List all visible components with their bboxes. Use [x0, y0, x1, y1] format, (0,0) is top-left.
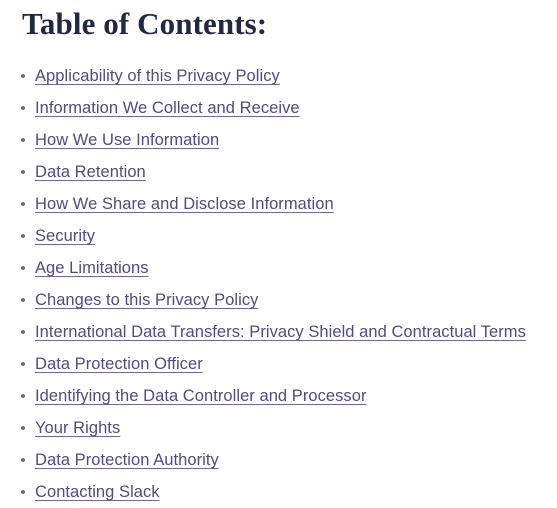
toc-link-14[interactable]: Contacting Slack — [35, 482, 160, 502]
list-item[interactable]: Contacting Slack — [0, 476, 557, 508]
list-item[interactable]: Data Protection Officer — [0, 348, 557, 380]
bullet-icon — [21, 458, 25, 462]
bullet-icon — [21, 170, 25, 174]
list-item[interactable]: Applicability of this Privacy Policy — [0, 60, 557, 92]
bullet-icon — [21, 106, 25, 110]
bullet-icon — [21, 298, 25, 302]
toc-link-13[interactable]: Data Protection Authority — [35, 450, 219, 470]
bullet-icon — [21, 426, 25, 430]
list-item[interactable]: Age Limitations — [0, 252, 557, 284]
toc-link-2[interactable]: Information We Collect and Receive — [35, 98, 300, 118]
toc-link-6[interactable]: Security — [35, 226, 95, 246]
toc-link-7[interactable]: Age Limitations — [35, 258, 149, 278]
bullet-icon — [21, 138, 25, 142]
list-item[interactable]: How We Use Information — [0, 124, 557, 156]
list-item[interactable]: Your Rights — [0, 412, 557, 444]
list-item[interactable]: International Data Transfers: Privacy Sh… — [0, 316, 557, 348]
toc-link-5[interactable]: How We Share and Disclose Information — [35, 194, 334, 214]
bullet-icon — [21, 202, 25, 206]
bullet-icon — [21, 234, 25, 238]
list-item[interactable]: Data Protection Authority — [0, 444, 557, 476]
toc-link-4[interactable]: Data Retention — [35, 162, 146, 182]
bullet-icon — [21, 330, 25, 334]
list-item[interactable]: Information We Collect and Receive — [0, 92, 557, 124]
list-item[interactable]: Changes to this Privacy Policy — [0, 284, 557, 316]
list-item[interactable]: Data Retention — [0, 156, 557, 188]
toc-link-12[interactable]: Your Rights — [35, 418, 120, 438]
toc-link-11[interactable]: Identifying the Data Controller and Proc… — [35, 386, 367, 406]
bullet-icon — [21, 266, 25, 270]
bullet-icon — [21, 490, 25, 494]
toc-link-8[interactable]: Changes to this Privacy Policy — [35, 290, 258, 310]
bullet-icon — [21, 394, 25, 398]
toc-link-10[interactable]: Data Protection Officer — [35, 354, 203, 374]
bullet-icon — [21, 362, 25, 366]
bullet-icon — [21, 74, 25, 78]
list-item[interactable]: Identifying the Data Controller and Proc… — [0, 380, 557, 412]
toc-link-1[interactable]: Applicability of this Privacy Policy — [35, 66, 280, 86]
list-item[interactable]: Security — [0, 220, 557, 252]
table-of-contents-list: Applicability of this Privacy Policy Info… — [0, 60, 557, 508]
toc-link-3[interactable]: How We Use Information — [35, 130, 219, 150]
list-item[interactable]: How We Share and Disclose Information — [0, 188, 557, 220]
page-title: Table of Contents: — [22, 6, 268, 41]
toc-page: Table of Contents: Applicability of this… — [0, 0, 557, 508]
toc-link-9[interactable]: International Data Transfers: Privacy Sh… — [35, 322, 526, 342]
